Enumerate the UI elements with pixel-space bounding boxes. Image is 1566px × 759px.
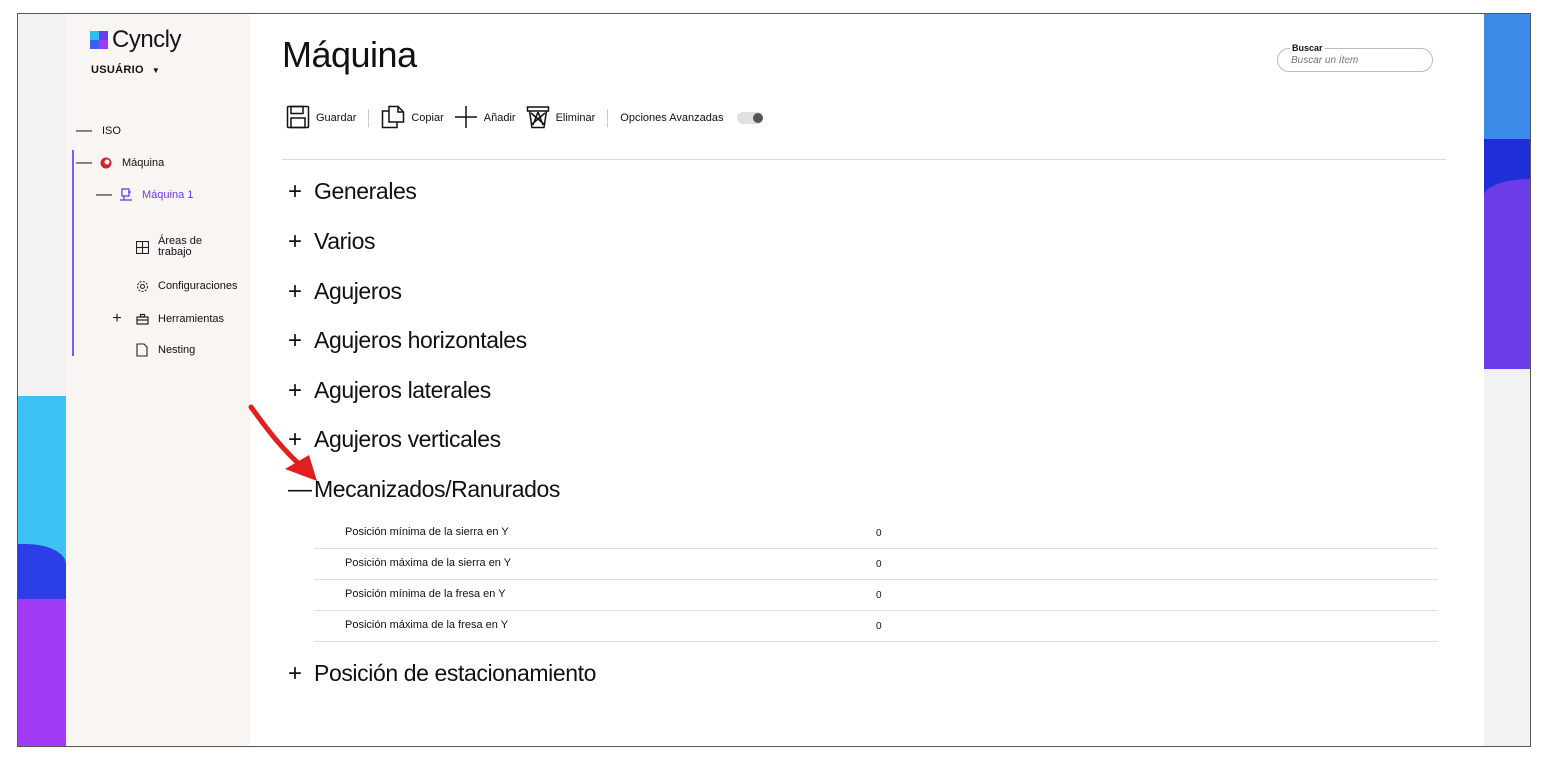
save-label: Guardar [316,112,357,124]
right-decoration [1484,14,1530,746]
section-title: Agujeros [314,278,402,304]
property-row: Posición mínima de la fresa en Y 0 [314,580,1438,611]
search-box[interactable]: Buscar [1277,43,1433,72]
copy-label: Copiar [411,112,444,124]
tree-item-label: Máquina [122,157,165,169]
trash-icon [526,105,550,132]
main-content: Máquina Buscar Guardar Copiar [250,14,1484,746]
tree-item-herramientas[interactable]: + Herramientas [110,310,224,328]
section-agujeros[interactable]: + Agujeros [288,278,402,305]
machine-icon [118,187,134,203]
collapse-icon[interactable]: — [96,186,112,204]
tree-item-maquina[interactable]: — Máquina [76,154,164,172]
expand-icon: + [288,277,302,305]
section-title: Agujeros laterales [314,377,491,403]
delete-label: Eliminar [555,112,596,124]
toolbar-divider-line [282,159,1446,160]
section-agujeros-laterales[interactable]: + Agujeros laterales [288,377,491,404]
copy-icon [381,105,405,132]
section-posicion-de-estacionamiento[interactable]: + Posición de estacionamiento [288,660,596,687]
brand-logo[interactable]: Cyncly [90,26,182,54]
document-icon [134,342,150,358]
tree-item-iso[interactable]: — ISO [76,122,121,140]
section-title: Posición de estacionamiento [314,660,596,686]
expand-icon: + [288,177,302,205]
tree-guide-line [72,150,74,356]
search-label: Buscar [1290,43,1325,53]
collapse-icon[interactable]: — [76,122,92,140]
tree-item-label: Herramientas [158,313,225,325]
property-row: Posición máxima de la fresa en Y 0 [314,611,1438,642]
left-decoration [18,14,66,746]
sidebar: Cyncly USUÁRIO ▼ — ISO — Máquina — Máqui… [66,14,250,746]
property-value[interactable]: 0 [876,621,882,632]
delete-button[interactable]: Eliminar [526,105,596,132]
mecanizados-properties: Posición mínima de la sierra en Y 0 Posi… [314,518,1438,642]
app-window: Cyncly USUÁRIO ▼ — ISO — Máquina — Máqui… [17,13,1531,747]
copy-button[interactable]: Copiar [381,105,444,132]
tree-item-maquina-1[interactable]: — Máquina 1 [96,186,193,204]
cyncly-logo-icon [90,31,108,49]
grid-icon [134,239,150,255]
section-title: Varios [314,228,376,254]
search-input[interactable] [1291,55,1421,66]
expand-icon[interactable]: + [110,310,124,328]
expand-icon: + [288,376,302,404]
section-title: Agujeros horizontales [314,327,527,353]
brand-name: Cyncly [112,26,182,53]
add-label: Añadir [483,112,516,124]
property-label: Posición máxima de la sierra en Y [345,557,512,569]
property-row: Posición mínima de la sierra en Y 0 [314,518,1438,549]
tree-item-label: Máquina 1 [142,189,194,201]
toolbar: Guardar Copiar Añadir Eliminar Opciones … [286,104,773,132]
section-agujeros-horizontales[interactable]: + Agujeros horizontales [288,327,527,354]
property-label: Posición máxima de la fresa en Y [345,619,509,631]
tree-item-label: Nesting [158,344,196,356]
page-title: Máquina [282,34,417,75]
expand-icon: + [288,227,302,255]
tree-item-configuraciones[interactable]: Configuraciones [134,278,238,294]
collapse-icon[interactable]: — [76,154,92,172]
caret-down-icon: ▼ [151,65,161,75]
property-value[interactable]: 0 [876,528,882,539]
tree-item-nesting[interactable]: Nesting [134,342,195,358]
save-button[interactable]: Guardar [286,105,356,132]
property-label: Posición mínima de la fresa en Y [345,588,506,600]
section-title: Mecanizados/Ranurados [314,476,561,502]
property-row: Posición máxima de la sierra en Y 0 [314,549,1438,580]
expand-icon: + [288,326,302,354]
toolbox-icon [134,311,150,327]
section-mecanizados-ranurados[interactable]: — Mecanizados/Ranurados [288,476,560,503]
expand-icon: + [288,659,302,687]
tree-item-label: ISO [102,125,121,137]
advanced-options-label: Opciones Avanzadas [620,112,724,124]
annotation-arrow-icon [248,404,317,481]
plus-icon [454,105,478,132]
property-value[interactable]: 0 [876,559,882,570]
property-value[interactable]: 0 [876,590,882,601]
machine-badge-icon [98,155,114,171]
tree-item-label: Configuraciones [158,280,238,292]
tree-item-areas-de-trabajo[interactable]: Áreas de trabajo [134,236,202,258]
toolbar-divider [607,109,609,127]
section-title: Agujeros verticales [314,426,501,452]
tree-item-label-line2: trabajo [158,246,192,258]
toggle-switch[interactable] [737,112,764,124]
user-menu[interactable]: USUÁRIO ▼ [91,64,160,76]
save-icon [286,105,310,132]
advanced-options-toggle[interactable]: Opciones Avanzadas [620,112,764,124]
user-menu-label: USUÁRIO [91,64,144,76]
property-label: Posición mínima de la sierra en Y [345,526,509,538]
section-generales[interactable]: + Generales [288,178,417,205]
section-title: Generales [314,178,417,204]
add-button[interactable]: Añadir [454,105,516,132]
gear-icon [134,278,150,294]
section-varios[interactable]: + Varios [288,228,375,255]
toolbar-divider [368,109,370,127]
